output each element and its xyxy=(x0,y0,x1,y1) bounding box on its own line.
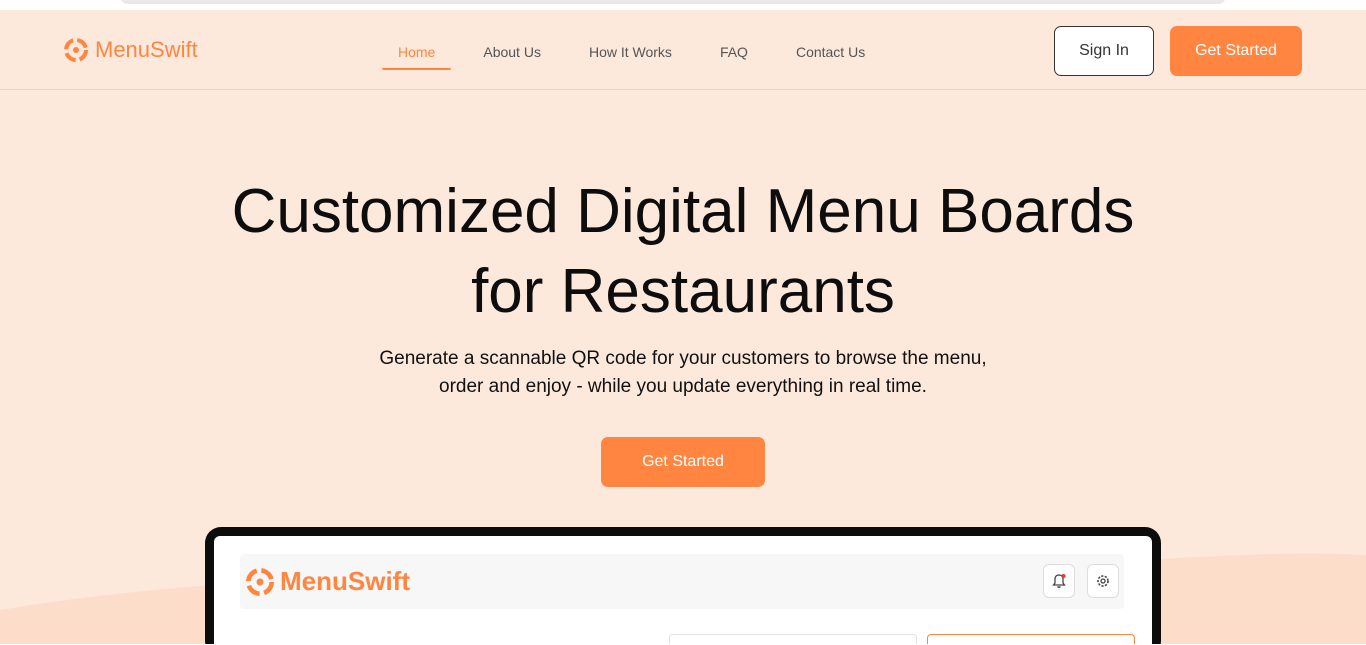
nav-how-it-works[interactable]: How It Works xyxy=(573,40,688,70)
gear-icon xyxy=(1097,575,1109,587)
hero-title-line2: for Restaurants xyxy=(471,257,895,326)
hero-title: Customized Digital Menu Boards for Resta… xyxy=(0,172,1366,332)
logo-text: MenuSwift xyxy=(95,37,198,62)
device-screen: MenuSwift xyxy=(214,536,1152,645)
main-nav: Home About Us How It Works FAQ Contact U… xyxy=(382,40,897,70)
notification-button[interactable] xyxy=(1043,564,1075,598)
hero-title-line1: Customized Digital Menu Boards xyxy=(231,177,1135,246)
preview-logo-icon xyxy=(246,567,274,596)
bell-icon xyxy=(1052,574,1066,588)
preview-app-header: MenuSwift xyxy=(240,554,1124,609)
preview-logo-text: MenuSwift xyxy=(280,566,410,596)
site-logo[interactable]: MenuSwift xyxy=(64,37,198,63)
nav-about-us[interactable]: About Us xyxy=(467,40,557,70)
nav-contact-us[interactable]: Contact Us xyxy=(780,40,881,70)
browser-address-bar-edge xyxy=(120,0,1226,4)
nav-faq[interactable]: FAQ xyxy=(704,40,764,70)
header-get-started-button[interactable]: Get Started xyxy=(1170,26,1302,76)
sign-in-button[interactable]: Sign In xyxy=(1054,26,1154,76)
hero-get-started-button[interactable]: Get Started xyxy=(601,437,765,487)
hero-subtitle-line2: order and enjoy - while you update every… xyxy=(439,376,927,397)
hero-subtitle: Generate a scannable QR code for your cu… xyxy=(0,345,1366,401)
logo-icon xyxy=(64,38,88,62)
hero-subtitle-line1: Generate a scannable QR code for your cu… xyxy=(379,348,987,369)
preview-logo: MenuSwift xyxy=(246,566,410,597)
site-header: MenuSwift Home About Us How It Works FAQ… xyxy=(0,10,1366,90)
settings-button[interactable] xyxy=(1087,564,1119,598)
nav-home[interactable]: Home xyxy=(382,40,452,70)
browser-top-strip xyxy=(0,0,1366,10)
device-mockup: MenuSwift xyxy=(205,527,1161,645)
